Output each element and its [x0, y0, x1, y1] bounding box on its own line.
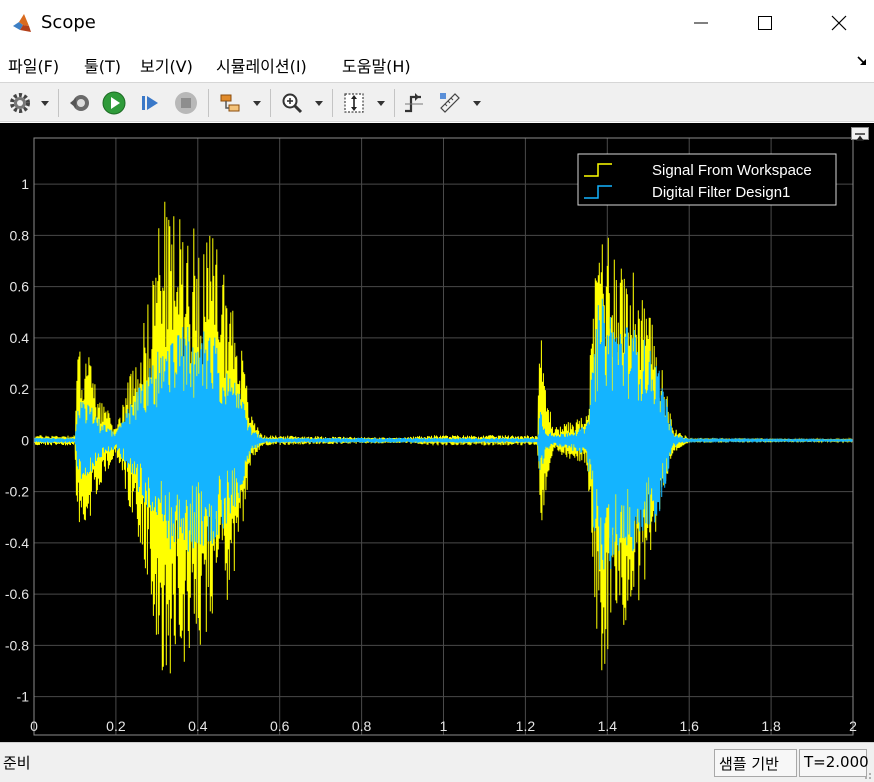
maximize-icon [758, 16, 772, 30]
y-tick-label: -0.8 [5, 637, 29, 653]
y-tick-label: -0.6 [5, 586, 29, 602]
x-tick-label: 2 [849, 718, 857, 734]
minimize-icon [694, 22, 708, 24]
y-tick-label: 0.8 [10, 227, 30, 243]
legend-entry-0[interactable]: Signal From Workspace [652, 162, 812, 179]
x-tick-label: 1.2 [516, 718, 536, 734]
stop-icon [175, 92, 197, 114]
y-tick-label: 0.2 [10, 381, 30, 397]
settings-button[interactable] [6, 89, 34, 117]
x-tick-label: 0.8 [352, 718, 372, 734]
measurements-icon [440, 93, 460, 113]
autoscale-icon [344, 93, 364, 113]
y-tick-label: -0.4 [5, 535, 29, 551]
legend-entry-1[interactable]: Digital Filter Design1 [652, 184, 790, 201]
resize-grip-icon[interactable] [862, 770, 872, 780]
status-bar: 준비 샘플 기반 T=2.000 [0, 742, 874, 782]
menu-bar: 파일(F) 툴(T) 보기(V) 시뮬레이션(I) 도움말(H) [0, 46, 874, 82]
y-tick-label: 0.4 [10, 330, 30, 346]
window-title: Scope [41, 12, 96, 33]
toolbar-separator [270, 89, 271, 117]
y-tick-label: 0.6 [10, 279, 30, 295]
x-tick-label: 1.8 [761, 718, 781, 734]
scope-display[interactable]: 0 0.2 0.4 0.6 0.8 1 1.2 1.4 1.6 1.8 2 1 0.8 0.6 0.4 0.2… [0, 123, 874, 742]
x-tick-label: 1 [440, 718, 448, 734]
legend[interactable]: Signal From Workspace Digital Filter Desi… [577, 153, 837, 206]
step-forward-icon [142, 96, 158, 110]
toolbar-separator [208, 89, 209, 117]
x-tick-label: 0.4 [188, 718, 208, 734]
triggers-icon [405, 93, 423, 113]
x-tick-label: 1.6 [679, 718, 699, 734]
expand-icon [855, 133, 865, 141]
highlight-block-icon [220, 94, 240, 112]
settings-dropdown-icon[interactable] [40, 98, 50, 108]
autoscale-dropdown-icon[interactable] [376, 98, 386, 108]
matlab-logo-icon [13, 14, 31, 32]
toolbar-separator [332, 89, 333, 117]
toolbar [0, 82, 874, 122]
measurements-button[interactable] [436, 89, 464, 117]
expand-toolstrip-button[interactable] [851, 127, 869, 141]
menu-help[interactable]: 도움말(H) [342, 53, 411, 77]
stop-button[interactable] [172, 89, 200, 117]
x-tick-label: 1.4 [598, 718, 618, 734]
menu-simulation[interactable]: 시뮬레이션(I) [216, 53, 307, 77]
run-icon [102, 91, 126, 115]
run-button[interactable] [100, 89, 128, 117]
x-tick-label: 0.6 [270, 718, 290, 734]
zoom-in-button[interactable] [278, 89, 306, 117]
zoom-dropdown-icon[interactable] [314, 98, 324, 108]
highlight-block-button[interactable] [216, 89, 244, 117]
zoom-in-icon [282, 93, 303, 114]
close-icon [831, 15, 847, 31]
sample-based-indicator: 샘플 기반 [714, 749, 797, 777]
maximize-button[interactable] [736, 0, 794, 46]
restore-icon [70, 95, 89, 111]
minimize-button[interactable] [672, 0, 730, 46]
y-tick-label: 1 [21, 176, 29, 192]
menu-tools[interactable]: 툴(T) [84, 53, 121, 77]
toolbar-separator [58, 89, 59, 117]
measurements-dropdown-icon[interactable] [472, 98, 482, 108]
restore-button[interactable] [66, 89, 94, 117]
menu-view[interactable]: 보기(V) [140, 53, 193, 77]
step-forward-button[interactable] [136, 89, 164, 117]
x-tick-label: 0 [30, 718, 38, 734]
simulation-time: T=2.000 [799, 749, 869, 777]
toolbar-separator [394, 89, 395, 117]
y-tick-label: 0 [21, 432, 29, 448]
triggers-button[interactable] [400, 89, 428, 117]
scope-plot[interactable]: 0 0.2 0.4 0.6 0.8 1 1.2 1.4 1.6 1.8 2 1 0.8 0.6 0.4 0.2… [0, 123, 874, 742]
close-button[interactable] [810, 0, 868, 46]
highlight-dropdown-icon[interactable] [252, 98, 262, 108]
y-tick-label: -0.2 [5, 484, 29, 500]
x-tick-label: 0.2 [106, 718, 126, 734]
y-tick-label: -1 [17, 689, 30, 705]
autoscale-button[interactable] [340, 89, 368, 117]
dock-arrow-icon[interactable] [856, 55, 868, 67]
status-ready: 준비 [3, 754, 31, 772]
title-bar: Scope [0, 0, 874, 46]
menu-file[interactable]: 파일(F) [8, 53, 59, 77]
settings-icon [10, 93, 30, 113]
